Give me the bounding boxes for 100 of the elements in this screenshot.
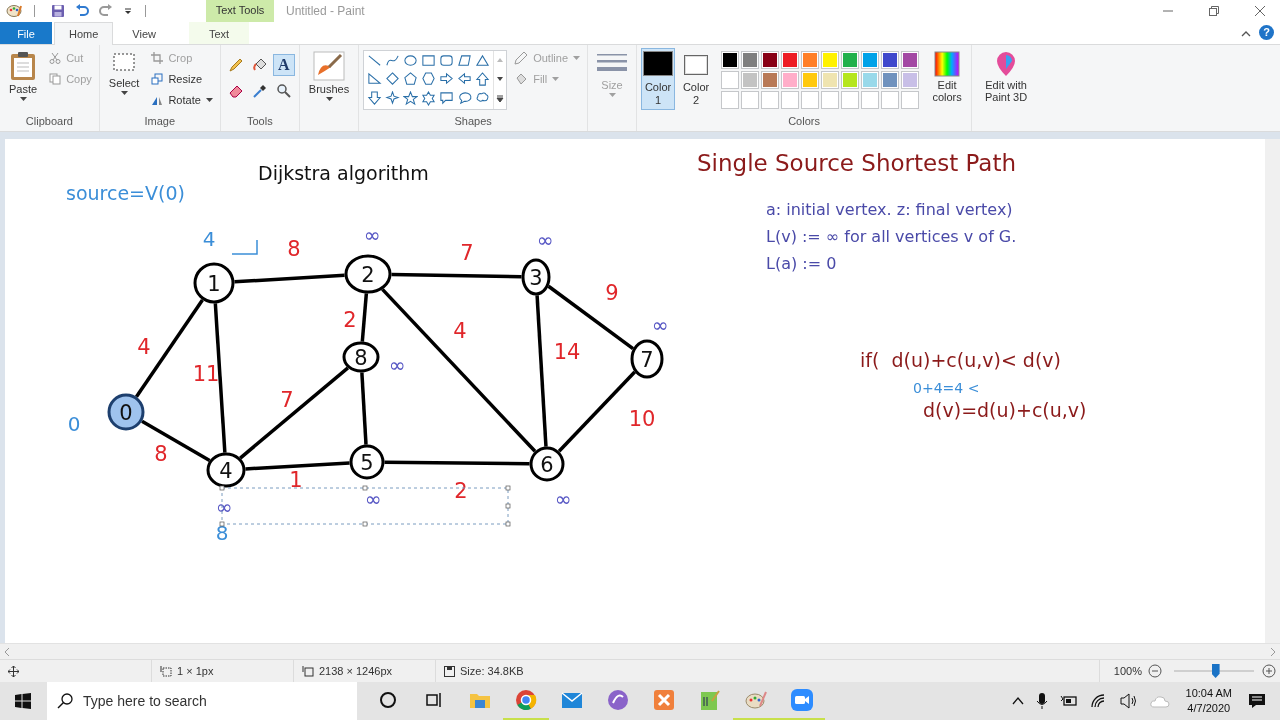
palette-swatch[interactable]: [821, 51, 840, 69]
palette-swatch[interactable]: [841, 51, 860, 69]
distance-label: 0: [67, 412, 81, 436]
slider-thumb[interactable]: [1211, 664, 1220, 678]
collapse-ribbon-icon[interactable]: [1241, 30, 1251, 38]
speaker-icon[interactable]: [1119, 693, 1138, 709]
redo-icon[interactable]: [99, 4, 113, 18]
palette-swatch[interactable]: [721, 71, 740, 89]
microphone-icon[interactable]: [1035, 692, 1048, 710]
group-label: Image: [143, 115, 177, 129]
palette-swatch[interactable]: [841, 71, 860, 89]
task-view-icon: [425, 691, 443, 709]
palette-swatch[interactable]: [861, 51, 880, 69]
color-1-button[interactable]: Color 1: [641, 48, 676, 110]
windows-start-icon[interactable]: [15, 693, 31, 709]
paint-app-icon[interactable]: [6, 4, 22, 18]
paste-button[interactable]: Paste: [4, 48, 43, 110]
help-button[interactable]: ?: [1259, 25, 1274, 40]
move-cursor-icon: [8, 665, 19, 677]
crop-icon: [151, 52, 164, 64]
edge-weight: 2: [343, 308, 357, 332]
notifications-icon[interactable]: [1248, 693, 1266, 709]
search-field[interactable]: Type here to search: [47, 682, 357, 720]
scissors-icon: [49, 52, 62, 64]
vertical-scrollbar[interactable]: [1265, 139, 1280, 643]
folder-icon: [469, 691, 491, 709]
palette-swatch[interactable]: [781, 51, 800, 69]
paint-bucket-icon: [514, 72, 529, 86]
edit-colors-button[interactable]: Edit colors: [927, 48, 968, 110]
expand-gallery-icon[interactable]: [496, 94, 505, 103]
graph-node: 4: [206, 452, 246, 488]
graph-node: 3: [521, 258, 551, 296]
restore-icon[interactable]: [1208, 5, 1220, 17]
four-point-star-shape-icon[interactable]: [385, 90, 401, 106]
graph-node: 6: [529, 446, 565, 482]
diamond-shape-icon[interactable]: [385, 72, 401, 88]
up-arrow-shape-icon[interactable]: [475, 72, 491, 88]
ribbon-tab[interactable]: Home: [54, 22, 114, 45]
color-2-button[interactable]: Color 2: [679, 48, 714, 110]
down-arrow-shape-icon[interactable]: [367, 90, 383, 106]
palette-swatch[interactable]: [821, 71, 840, 89]
oval-shape-icon[interactable]: [403, 54, 419, 69]
zoom-out-icon[interactable]: [1148, 664, 1162, 678]
close-icon[interactable]: [1254, 5, 1266, 17]
palette-swatch[interactable]: [761, 51, 780, 69]
scroll-down-icon[interactable]: [496, 76, 505, 82]
battery-icon[interactable]: [1059, 694, 1078, 708]
caret-icon: [19, 97, 27, 101]
save-icon[interactable]: [51, 4, 65, 18]
palette-swatch[interactable]: [761, 71, 780, 89]
rectangle-shape-icon[interactable]: [421, 54, 437, 69]
distance-label: ∞: [554, 487, 572, 511]
pentagon-shape-icon[interactable]: [403, 72, 419, 88]
polygon-shape-icon[interactable]: [457, 54, 473, 69]
select-button[interactable]: Select: [103, 48, 145, 110]
hexagon-shape-icon[interactable]: [421, 72, 437, 88]
caret-icon: [552, 77, 560, 81]
brushes-button[interactable]: Brushes: [303, 48, 355, 110]
edge-weight: 8: [154, 442, 168, 466]
palette-swatch[interactable]: [801, 71, 820, 89]
star-shape-icon[interactable]: [403, 90, 419, 106]
customize-dropdown-icon[interactable]: [123, 6, 133, 16]
rotate-button[interactable]: Rotate: [148, 90, 216, 110]
pencil-icon: [227, 57, 244, 73]
palette-swatch[interactable]: [901, 71, 920, 89]
ribbon-tab[interactable]: View: [117, 22, 171, 44]
circle-icon: [379, 691, 397, 709]
palette-swatch[interactable]: [881, 71, 900, 89]
condition-text: if( d(u)+c(u,v)< d(v): [860, 349, 1061, 371]
palette-swatch[interactable]: [781, 71, 800, 89]
oval-callout-shape-icon[interactable]: [457, 90, 473, 106]
clock-button[interactable]: 10:04 AM 4/7/2020: [1185, 686, 1232, 716]
caret-icon: [120, 91, 128, 95]
distance-label: ∞: [215, 495, 233, 519]
speech-bubble-shape-icon[interactable]: [439, 90, 455, 106]
palette-swatch[interactable]: [801, 51, 820, 69]
ribbon-tab[interactable]: File: [0, 22, 52, 44]
rounded-rectangle-shape-icon[interactable]: [439, 54, 455, 69]
triangle-shape-icon[interactable]: [475, 54, 491, 69]
text-tool-button[interactable]: A: [272, 54, 295, 76]
note-line: L(v) := ∞ for all vertices v of G.: [766, 227, 1017, 246]
palette-swatch[interactable]: [741, 51, 760, 69]
palette-swatch[interactable]: [861, 71, 880, 89]
paint-bucket-icon: [251, 57, 268, 73]
palette-swatch[interactable]: [721, 51, 740, 69]
line-shape-icon[interactable]: [367, 54, 383, 69]
cross-app-icon: [653, 689, 675, 711]
paint-3d-button[interactable]: Edit with Paint 3D: [976, 48, 1037, 110]
ribbon-tab[interactable]: Text: [189, 22, 249, 44]
drawing-canvas[interactable]: [5, 139, 1265, 643]
resize-button[interactable]: Resize: [148, 69, 216, 89]
palette-swatch[interactable]: [881, 51, 900, 69]
palette-swatch[interactable]: [901, 51, 920, 69]
palette-swatch[interactable]: [741, 71, 760, 89]
zoom-in-icon[interactable]: [1262, 664, 1276, 678]
chevron-up-icon[interactable]: [1011, 696, 1024, 706]
six-point-star-shape-icon[interactable]: [421, 90, 437, 106]
horizontal-scrollbar[interactable]: [0, 643, 1280, 659]
envelope-icon: [561, 691, 583, 709]
undo-icon[interactable]: [75, 4, 89, 18]
